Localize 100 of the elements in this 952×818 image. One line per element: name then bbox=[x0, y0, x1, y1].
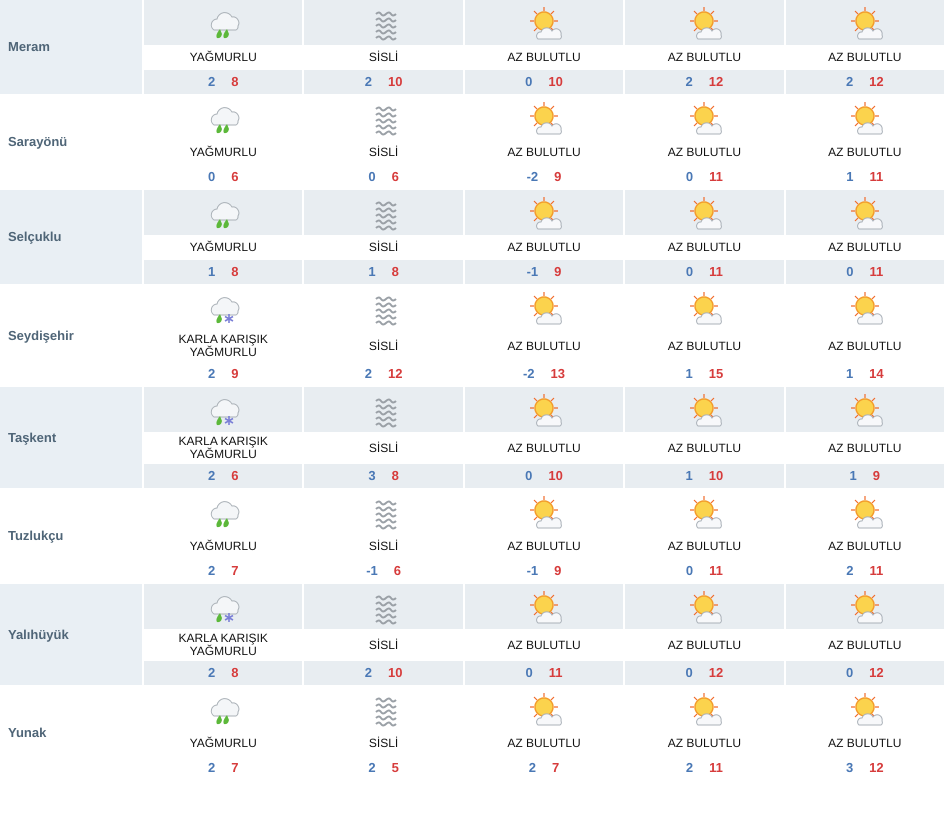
high-temperature: 11 bbox=[870, 562, 884, 580]
high-temperature: 12 bbox=[869, 664, 884, 682]
condition-label: KARLA KARIŞIK YAĞMURLU bbox=[178, 632, 269, 658]
condition-label: AZ BULUTLU bbox=[668, 340, 742, 352]
low-temperature: 1 bbox=[846, 168, 854, 186]
low-temperature: 3 bbox=[846, 759, 854, 778]
high-temperature: 10 bbox=[708, 467, 724, 486]
low-temperature: 2 bbox=[208, 365, 216, 384]
condition-label: AZ BULUTLU bbox=[668, 241, 742, 254]
high-temperature: 7 bbox=[231, 759, 238, 778]
high-temperature: 11 bbox=[709, 263, 723, 282]
high-temperature: 9 bbox=[554, 263, 562, 282]
condition-label: KARLA KARIŞIK YAĞMURLU bbox=[178, 333, 269, 359]
high-temperature: 11 bbox=[870, 168, 884, 186]
low-temperature: 2 bbox=[686, 73, 693, 92]
high-temperature: 7 bbox=[231, 562, 238, 580]
condition-label: AZ BULUTLU bbox=[668, 146, 742, 159]
low-temperature: 0 bbox=[846, 664, 854, 682]
condition-label: AZ BULUTLU bbox=[828, 540, 902, 553]
city-name: Selçuklu bbox=[0, 190, 142, 284]
condition-label: AZ BULUTLU bbox=[668, 737, 742, 750]
city-name: Taşkent bbox=[0, 387, 142, 488]
low-temperature: 2 bbox=[368, 759, 376, 778]
condition-label: SİSLİ bbox=[368, 737, 398, 750]
condition-label: AZ BULUTLU bbox=[828, 51, 902, 64]
condition-label: SİSLİ bbox=[368, 51, 398, 64]
condition-label: AZ BULUTLU bbox=[668, 638, 742, 652]
condition-label: KARLA KARIŞIK YAĞMURLU bbox=[178, 435, 269, 461]
low-temperature: 2 bbox=[528, 759, 536, 778]
low-temperature: 3 bbox=[368, 467, 376, 486]
high-temperature: 6 bbox=[231, 467, 238, 486]
high-temperature: 8 bbox=[392, 467, 399, 486]
low-temperature: 0 bbox=[368, 168, 376, 186]
high-temperature: 8 bbox=[231, 664, 238, 682]
low-temperature: 0 bbox=[526, 664, 533, 682]
high-temperature: 9 bbox=[872, 467, 880, 486]
high-temperature: 12 bbox=[869, 73, 884, 92]
low-temperature: -1 bbox=[366, 562, 378, 580]
condition-label: AZ BULUTLU bbox=[668, 442, 742, 454]
low-temperature: -2 bbox=[522, 365, 535, 384]
condition-label: AZ BULUTLU bbox=[507, 51, 581, 64]
condition-label: AZ BULUTLU bbox=[828, 340, 902, 352]
high-temperature: 14 bbox=[869, 365, 884, 384]
low-temperature: 2 bbox=[364, 664, 372, 682]
high-temperature: 11 bbox=[709, 168, 723, 186]
condition-label: SİSLİ bbox=[368, 540, 398, 553]
low-temperature: 0 bbox=[686, 168, 694, 186]
high-temperature: 8 bbox=[231, 73, 238, 92]
city-name: Meram bbox=[0, 0, 142, 94]
condition-label: SİSLİ bbox=[368, 340, 398, 352]
high-temperature: 11 bbox=[870, 263, 884, 282]
condition-label: SİSLİ bbox=[368, 442, 398, 454]
low-temperature: 2 bbox=[208, 467, 216, 486]
low-temperature: 0 bbox=[525, 467, 532, 486]
high-temperature: 8 bbox=[392, 263, 399, 282]
high-temperature: 9 bbox=[231, 365, 238, 384]
low-temperature: 2 bbox=[846, 562, 854, 580]
high-temperature: 6 bbox=[394, 562, 401, 580]
low-temperature: 2 bbox=[686, 759, 694, 778]
high-temperature: 12 bbox=[388, 365, 402, 384]
low-temperature: 1 bbox=[846, 365, 854, 384]
city-name: Yalıhüyük bbox=[0, 584, 142, 685]
low-temperature: 0 bbox=[686, 263, 694, 282]
high-temperature: 10 bbox=[388, 664, 402, 682]
low-temperature: 0 bbox=[846, 263, 854, 282]
high-temperature: 12 bbox=[869, 759, 884, 778]
condition-label: AZ BULUTLU bbox=[828, 442, 902, 454]
condition-label: AZ BULUTLU bbox=[507, 540, 581, 553]
low-temperature: -1 bbox=[526, 263, 538, 282]
low-temperature: 1 bbox=[850, 467, 857, 486]
low-temperature: 2 bbox=[208, 73, 216, 92]
low-temperature: 0 bbox=[686, 664, 693, 682]
low-temperature: 1 bbox=[208, 263, 216, 282]
condition-label: AZ BULUTLU bbox=[507, 638, 581, 652]
low-temperature: 2 bbox=[208, 759, 216, 778]
low-temperature: 2 bbox=[208, 562, 216, 580]
condition-label: AZ BULUTLU bbox=[828, 146, 902, 159]
low-temperature: -1 bbox=[526, 562, 538, 580]
low-temperature: 0 bbox=[686, 562, 694, 580]
high-temperature: 7 bbox=[552, 759, 560, 778]
condition-label: AZ BULUTLU bbox=[507, 146, 581, 159]
condition-label: AZ BULUTLU bbox=[668, 51, 742, 64]
low-temperature: 2 bbox=[364, 365, 372, 384]
high-temperature: 9 bbox=[554, 168, 562, 186]
condition-label: YAĞMURLU bbox=[190, 241, 257, 254]
low-temperature: 2 bbox=[364, 73, 372, 92]
condition-label: AZ BULUTLU bbox=[507, 241, 581, 254]
high-temperature: 15 bbox=[708, 365, 724, 384]
condition-label: AZ BULUTLU bbox=[668, 540, 742, 553]
low-temperature: 2 bbox=[846, 73, 854, 92]
condition-label: SİSLİ bbox=[368, 638, 398, 652]
low-temperature: 0 bbox=[208, 168, 216, 186]
condition-label: YAĞMURLU bbox=[190, 51, 257, 64]
condition-label: AZ BULUTLU bbox=[828, 241, 902, 254]
high-temperature: 5 bbox=[392, 759, 399, 778]
high-temperature: 6 bbox=[231, 168, 238, 186]
condition-label: YAĞMURLU bbox=[190, 737, 257, 750]
condition-label: AZ BULUTLU bbox=[507, 442, 581, 454]
high-temperature: 9 bbox=[554, 562, 562, 580]
high-temperature: 11 bbox=[548, 664, 562, 682]
